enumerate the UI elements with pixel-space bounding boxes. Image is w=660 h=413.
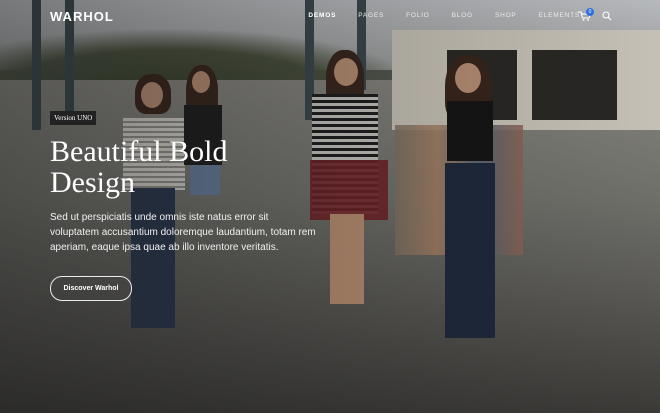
search-icon[interactable] [602, 11, 612, 21]
overlay [0, 0, 660, 413]
menu-item-blog[interactable]: BLOG [452, 12, 473, 19]
hero-title-line-1: Beautiful Bold [50, 135, 228, 168]
version-badge: Version UNO [50, 111, 97, 125]
cart-count-badge: 0 [586, 8, 594, 16]
hero-title-line-2: Design [50, 166, 135, 199]
menu-item-demos[interactable]: DEMOS [308, 12, 336, 19]
menu-item-pages[interactable]: PAGES [358, 12, 384, 19]
hero-description: Sed ut perspiciatis unde omnis iste natu… [50, 212, 316, 253]
menu-item-folio[interactable]: FOLIO [406, 12, 430, 19]
main-menu: DEMOS PAGES FOLIO BLOG SHOP ELEMENTS [286, 12, 580, 19]
menu-item-elements[interactable]: ELEMENTS [539, 12, 580, 19]
discover-button[interactable]: Discover Warhol [50, 276, 132, 301]
menu-item-shop[interactable]: SHOP [495, 12, 517, 19]
logo[interactable]: WARHOL [50, 9, 114, 24]
hero-title: Beautiful Bold Design [50, 136, 310, 198]
hero-background [0, 0, 660, 413]
navbar: WARHOL DEMOS PAGES FOLIO BLOG SHOP ELEME… [0, 0, 660, 34]
